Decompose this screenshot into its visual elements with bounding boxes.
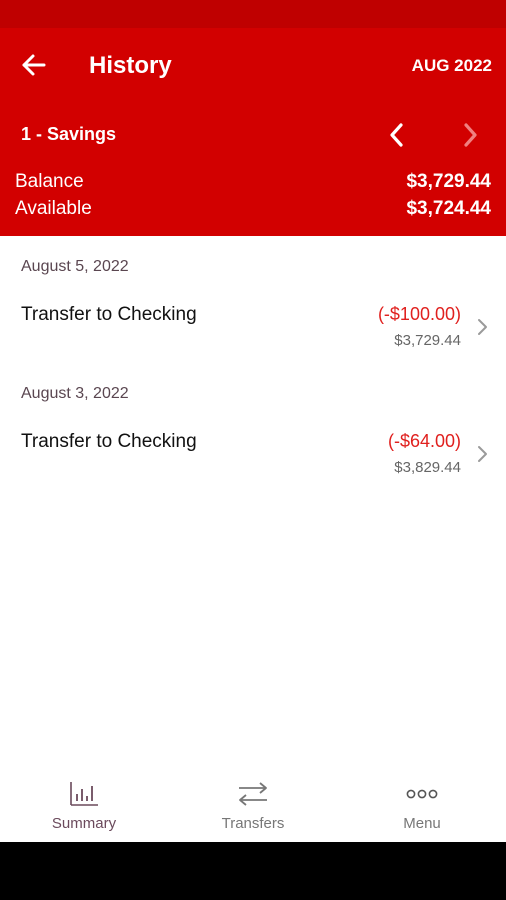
transaction-description: Transfer to Checking: [21, 431, 197, 452]
transaction-description: Transfer to Checking: [21, 304, 197, 325]
nav-menu[interactable]: Menu: [362, 770, 482, 842]
available-row: Available $3,724.44: [15, 198, 491, 220]
nav-label: Menu: [403, 815, 441, 832]
back-button[interactable]: [14, 50, 54, 80]
page-title: History: [89, 52, 172, 79]
previous-account-button[interactable]: [384, 120, 410, 150]
system-navigation-bar: [0, 842, 506, 900]
transaction-running-balance: $3,829.44: [394, 459, 461, 476]
transaction-amount: (-$100.00): [377, 304, 461, 324]
bottom-navigation: Summary Transfers Menu: [0, 770, 506, 842]
transaction-row[interactable]: Transfer to Checking (-$100.00) $3,729.4…: [0, 304, 506, 374]
nav-summary[interactable]: Summary: [24, 770, 144, 842]
nav-transfers[interactable]: Transfers: [193, 770, 313, 842]
chevron-right-icon: [464, 123, 477, 147]
transaction-running-balance: $3,729.44: [394, 332, 461, 349]
arrow-left-icon: [22, 54, 46, 76]
chevron-right-icon: [478, 446, 487, 462]
period-selector[interactable]: AUG 2022: [412, 56, 492, 76]
balance-value: $3,729.44: [406, 171, 491, 192]
date-header: August 3, 2022: [21, 385, 129, 402]
chevron-right-icon: [478, 319, 487, 335]
bar-chart-icon: [70, 782, 98, 806]
balance-row: Balance $3,729.44: [15, 171, 491, 193]
transaction-row[interactable]: Transfer to Checking (-$64.00) $3,829.44: [0, 431, 506, 501]
balance-label: Balance: [15, 171, 84, 192]
more-dots-icon: [406, 789, 438, 799]
transaction-amount: (-$64.00): [387, 431, 461, 451]
app-header: History AUG 2022 1 - Savings Balance $3,…: [0, 28, 506, 236]
chevron-left-icon: [390, 123, 403, 147]
available-value: $3,724.44: [406, 198, 491, 219]
transfer-arrows-icon: [239, 782, 267, 806]
nav-label: Transfers: [221, 815, 285, 832]
account-name: 1 - Savings: [21, 124, 117, 144]
status-bar: [0, 0, 506, 28]
date-header: August 5, 2022: [21, 258, 129, 275]
nav-label: Summary: [51, 815, 117, 832]
next-account-button[interactable]: [458, 120, 484, 150]
available-label: Available: [15, 198, 92, 219]
